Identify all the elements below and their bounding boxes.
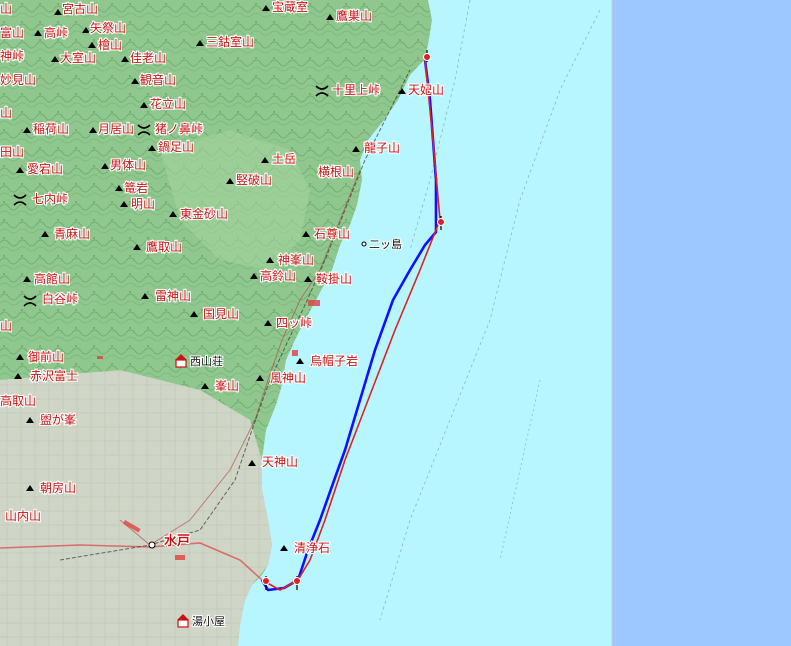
label-bangamine: 盥が峯 [40,412,76,427]
label-seijyo: 清浄石 [294,541,330,555]
label-nantai: 男体山 [110,158,146,172]
label-mine: 峯山 [215,379,239,393]
label-kannon: 観音山 [140,72,176,87]
label-inari: 稲荷山 [33,122,69,136]
label-akiyama: 明山 [131,197,155,211]
label-yasaka: 矢祭山 [90,21,126,35]
label-tenjin: 天神山 [262,455,298,469]
label-raijin: 雷神山 [155,289,191,303]
label-fujin: 風神山 [270,371,306,385]
label-nanauchi: 七内峠 [32,191,68,206]
label-asabo: 朝房山 [40,480,76,495]
label-takatori2: 高取山 [0,393,36,408]
label-yokone: 横根山 [318,165,354,179]
label-take: 篭岩 [124,180,148,195]
label-eboshi: 烏帽子岩 [310,353,358,368]
map-canvas[interactable]: 山 宮古山 富山 高峠 矢祭山 檜山 宝蔵室 鷹巣山 神峠 大室山 佳老山 三鈷… [0,0,791,646]
label-taka-tori: 鷹取山 [146,239,182,254]
label-akazawa: 赤沢富士 [30,368,78,383]
label-kunimi: 国見山 [203,307,239,321]
label-gozen: 御前山 [28,349,64,364]
label-tenkan: 天妃山 [408,83,444,97]
label-takahigashi: 鷹巣山 [336,8,372,23]
label-takahoko: 高峠 [44,25,68,40]
label-seiran: 青麻山 [54,226,90,241]
label-kenpa: 竪破山 [236,172,272,187]
label-tagata: 田山 [0,145,24,159]
lowland-plain [0,370,272,646]
label-mito: 水戸 [164,533,190,549]
label-tsuchi: 土岳 [272,152,296,166]
label-e5: 山 [0,319,12,333]
label-futatsu: 二ッ島 [369,237,402,251]
label-taimuro: 大室山 [60,50,96,65]
label-ishison: 石尊山 [314,226,350,241]
label-e4: 山 [0,106,12,120]
label-shigaku: 宮古山 [62,1,98,16]
label-hanadate: 花立山 [150,96,186,111]
label-higashikane: 東金砂山 [180,206,228,221]
label-takadate: 高館山 [34,271,70,286]
island-marker [361,241,367,247]
topographic-map[interactable]: 山 宮古山 富山 高峠 矢祭山 檜山 宝蔵室 鷹巣山 神峠 大室山 佳老山 三鈷… [0,0,791,646]
label-sannai: 山内山 [5,509,41,523]
label-nabe: 鍋足山 [158,139,194,154]
label-kamine: 神峯山 [278,253,314,267]
label-myoken: 妙見山 [0,73,36,87]
label-senri: 十里上峠 [332,82,380,97]
label-kurakake: 鞍掛山 [316,271,352,286]
label-takasuzu: 高鈴山 [260,268,296,283]
label-yotsu: 四ッ峠 [276,315,312,330]
city-marker [148,541,156,549]
label-sangotsu: 三鈷室山 [206,34,254,49]
label-kasuga: 佳老山 [130,51,166,65]
label-e2: 富山 [0,25,24,40]
label-e1: 山 [0,2,12,16]
label-homuro: 宝蔵室 [272,0,308,14]
label-atago: 愛宕山 [27,161,63,176]
label-yunokoya: 湯小屋 [192,615,225,628]
label-sarunohana: 猪ノ鼻峠 [155,121,203,136]
label-e3: 神峠 [0,48,24,63]
label-shiraya: 白谷峠 [42,291,78,306]
label-ryushi: 龍子山 [364,140,400,155]
label-tsukio: 月居山 [98,122,134,136]
label-hinoki: 檜山 [98,37,122,52]
label-nishiyama: 西山荘 [190,355,223,368]
